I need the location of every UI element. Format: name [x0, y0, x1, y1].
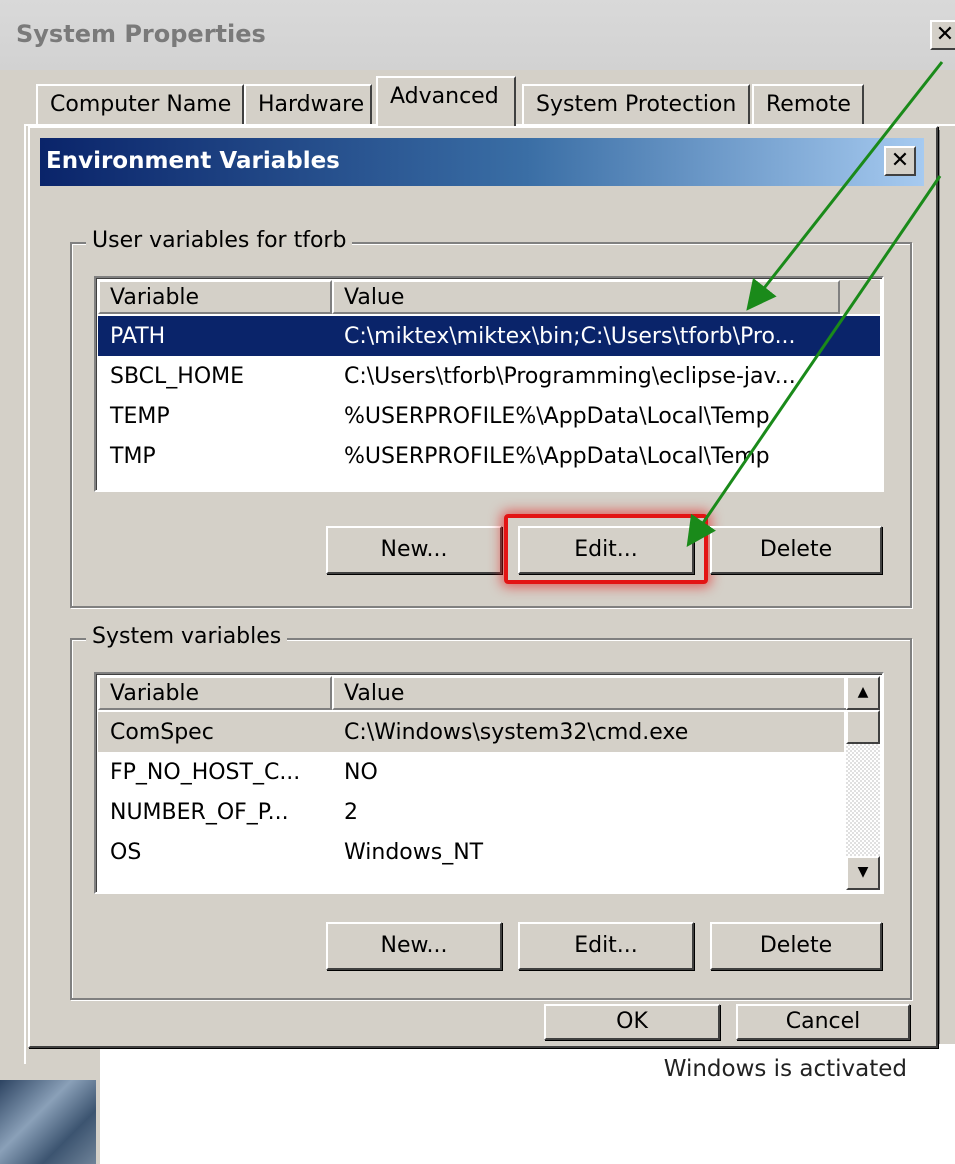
system-properties-close-button[interactable]: ✕: [930, 20, 955, 50]
system-variable-name: FP_NO_HOST_C...: [110, 760, 301, 785]
system-column-value[interactable]: Value: [332, 676, 848, 710]
system-variable-value: 2: [344, 800, 358, 825]
scroll-down-arrow-icon[interactable]: ▼: [846, 856, 880, 890]
system-variables-label: System variables: [86, 624, 288, 649]
user-variables-list[interactable]: Variable Value PATH C:\miktex\miktex\bin…: [94, 276, 884, 492]
user-variable-row[interactable]: PATH C:\miktex\miktex\bin;C:\Users\tforb…: [98, 316, 880, 356]
system-properties-titlebar[interactable]: System Properties: [0, 0, 955, 70]
system-variable-row[interactable]: ComSpec C:\Windows\system32\cmd.exe: [98, 712, 844, 752]
user-new-button[interactable]: New...: [326, 526, 502, 574]
user-variable-name: TMP: [110, 444, 156, 469]
ok-button[interactable]: OK: [544, 1004, 720, 1040]
system-variables-header: Variable Value: [98, 676, 848, 710]
user-variable-name: PATH: [110, 324, 166, 349]
user-variable-value: C:\miktex\miktex\bin;C:\Users\tforb\Pro.…: [344, 324, 796, 349]
system-column-variable[interactable]: Variable: [98, 676, 332, 710]
system-edit-button[interactable]: Edit...: [518, 922, 694, 970]
environment-variables-dialog: Environment Variables ✕ User variables f…: [28, 126, 938, 1048]
environment-variables-titlebar[interactable]: Environment Variables ✕: [40, 138, 924, 186]
tab-hardware[interactable]: Hardware: [244, 84, 372, 124]
user-variables-label: User variables for tforb: [86, 228, 353, 253]
system-variable-row[interactable]: OS Windows_NT: [98, 832, 844, 872]
tab-computer-name[interactable]: Computer Name: [36, 84, 244, 124]
environment-variables-close-button[interactable]: ✕: [884, 146, 916, 176]
user-column-variable[interactable]: Variable: [98, 280, 332, 314]
system-new-button[interactable]: New...: [326, 922, 502, 970]
system-delete-button[interactable]: Delete: [710, 922, 882, 970]
activation-status-text: Windows is activated: [663, 1056, 907, 1082]
system-variable-row[interactable]: FP_NO_HOST_C... NO: [98, 752, 844, 792]
system-variable-name: ComSpec: [110, 720, 214, 745]
user-edit-button[interactable]: Edit...: [518, 526, 694, 574]
user-variable-value: %USERPROFILE%\AppData\Local\Temp: [344, 404, 770, 429]
system-variable-value: Windows_NT: [344, 840, 484, 865]
system-variable-value: NO: [344, 760, 378, 785]
user-variable-value: C:\Users\tforb\Programming\eclipse-jav..…: [344, 364, 796, 389]
user-column-value[interactable]: Value: [332, 280, 840, 314]
system-variable-name: OS: [110, 840, 142, 865]
background-thumbnail: [0, 1080, 96, 1164]
user-variable-value: %USERPROFILE%\AppData\Local\Temp: [344, 444, 770, 469]
scroll-up-arrow-icon[interactable]: ▲: [846, 676, 880, 710]
user-variables-header: Variable Value: [98, 280, 880, 314]
system-variables-list[interactable]: Variable Value ComSpec C:\Windows\system…: [94, 672, 884, 894]
user-variable-row[interactable]: TMP %USERPROFILE%\AppData\Local\Temp: [98, 436, 880, 476]
user-variable-name: TEMP: [110, 404, 170, 429]
system-variable-row[interactable]: NUMBER_OF_P... 2: [98, 792, 844, 832]
tab-panel-edge: [938, 130, 955, 1050]
system-properties-title: System Properties: [16, 20, 266, 48]
user-variable-row[interactable]: SBCL_HOME C:\Users\tforb\Programming\ecl…: [98, 356, 880, 396]
system-variables-scrollbar[interactable]: ▲ ▼: [846, 676, 880, 890]
activation-panel: Windows is activated: [100, 1044, 955, 1164]
user-variable-row[interactable]: TEMP %USERPROFILE%\AppData\Local\Temp: [98, 396, 880, 436]
tab-system-protection[interactable]: System Protection: [522, 84, 750, 124]
user-variable-name: SBCL_HOME: [110, 364, 245, 389]
environment-variables-title: Environment Variables: [46, 148, 340, 174]
system-variable-value: C:\Windows\system32\cmd.exe: [344, 720, 689, 745]
scrollbar-thumb[interactable]: [846, 710, 880, 744]
tab-remote[interactable]: Remote: [752, 84, 864, 124]
system-variable-name: NUMBER_OF_P...: [110, 800, 289, 825]
cancel-button[interactable]: Cancel: [736, 1004, 910, 1040]
user-delete-button[interactable]: Delete: [710, 526, 882, 574]
tab-advanced[interactable]: Advanced: [376, 76, 516, 126]
